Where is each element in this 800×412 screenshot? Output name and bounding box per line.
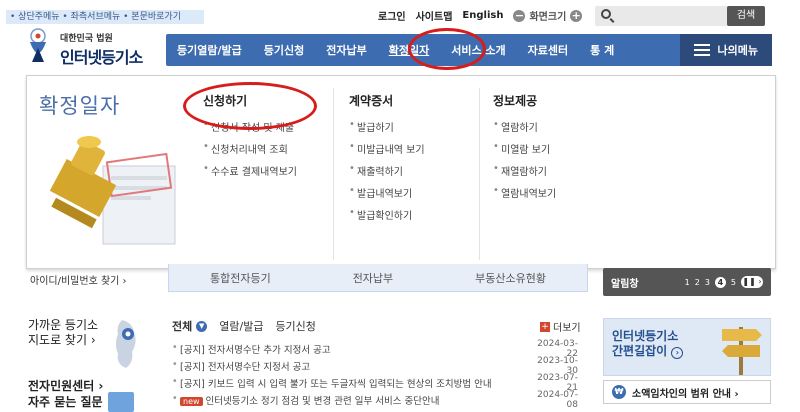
tab-issue[interactable]: 열람/발급 [219,318,263,334]
column-divider [333,88,334,260]
easy-guide-banner[interactable]: 인터넷등기소 간편길잡이 › [603,318,771,376]
alarm-page-current[interactable]: 4 [714,276,726,288]
smallbiz-label: 소액임차인의 범위 안내 › [632,388,739,400]
stamp-illustration [49,136,176,245]
logo-title: 인터넷등기소 [60,48,143,67]
nav-registration[interactable]: 등기신청 [253,42,315,58]
sitemap-link[interactable]: 사이트맵 [416,8,453,23]
col-heading-contract[interactable]: 계약증서 [349,92,499,109]
guide-text: 인터넷등기소 간편길잡이 › [612,329,684,359]
list-item[interactable]: [공지] 전자서명수단 지정서 공고 2023-10-30 [172,356,578,376]
skip-links[interactable]: • 상단주메뉴 • 좌측서브메뉴 • 본문바로가기 [6,10,204,24]
plus-icon: + [540,321,550,332]
quick-property-status[interactable]: 부동산소유현황 [475,270,546,286]
nav-statistics[interactable]: 통 계 [579,42,625,58]
notice-title: [공지] 전자서명수단 추가 지정서 공고 [172,342,530,356]
menu-item-process-history[interactable]: 신청처리내역 조회 [203,141,353,156]
english-link[interactable]: English [462,10,503,21]
search-icon [601,9,611,19]
alarm-page-2[interactable]: 2 [695,278,700,287]
menu-item-unissued[interactable]: 미발급내역 보기 [349,141,499,156]
list-item[interactable]: [공지] 전자서명수단 추가 지정서 공고 2024-03-22 [172,339,578,359]
menu-item-review[interactable]: 재열람하기 [493,163,643,178]
col-heading-info[interactable]: 정보제공 [493,92,643,109]
alarm-page-1[interactable]: 1 [685,278,690,287]
search-box[interactable]: 검색 [595,6,765,26]
highlight-ring-apply [183,82,317,130]
menu-item-unviewed[interactable]: 미열람 보기 [493,141,643,156]
faq-icon [108,392,134,412]
signpost-icon [722,327,762,375]
korea-map-icon [116,320,136,368]
civil-line1: 전자민원센터 › [28,379,104,393]
alarm-pagination: 1 2 3 4 5 ❚❚ › [685,276,763,288]
menu-item-fee-history[interactable]: 수수료 결제내역보기 [203,163,353,178]
notice-title: [공지] 전자서명수단 지정서 공고 [172,359,530,373]
dropdown-col-info: 정보제공 열람하기 미열람 보기 재열람하기 열람내역보기 [493,92,643,207]
alarm-page-5[interactable]: 5 [731,278,736,287]
notice-title: [공지] 키보드 입력 시 입력 불가 또는 두글자씩 입력되는 현상의 조치방… [172,376,530,390]
site-logo[interactable]: 대한민국 법원 인터넷등기소 [24,28,154,67]
arrow-right-icon: › [671,347,684,359]
zoom-in-icon[interactable]: + [570,9,583,22]
zoom-control: − 화면크기 + [513,8,583,23]
quick-service-bar: 통합전자등기 전자납부 부동산소유현황 [168,264,588,292]
menu-item-issue-verify[interactable]: 발급확인하기 [349,207,499,222]
nav-e-payment[interactable]: 전자납부 [315,42,377,58]
menu-item-issue[interactable]: 발급하기 [349,119,499,134]
quick-e-payment[interactable]: 전자납부 [353,270,393,286]
more-link[interactable]: + 더보기 [540,319,581,334]
zoom-out-icon[interactable]: − [513,9,526,22]
chevron-down-icon: ▼ [196,320,208,332]
more-label: 더보기 [553,323,581,334]
dropdown-panel: 확정일자 신청하기 신청서 작성 및 제출 신청처리내역 조회 수수료 결제내역… [26,75,776,269]
pause-play-icon[interactable]: ❚❚ › [741,276,763,288]
alarm-label: 알림창 [611,278,639,290]
tab-registration[interactable]: 등기신청 [275,318,315,334]
alarm-page-3[interactable]: 3 [705,278,710,287]
small-tenant-guide-link[interactable]: ₩ 소액임차인의 범위 안내 › [603,380,771,404]
notice-title: new인터넷등기소 정기 점검 및 변경 관련 일부 서비스 중단안내 [172,393,530,407]
logo-subtitle: 대한민국 법원 [60,34,113,44]
info-icon: ₩ [612,385,626,399]
nearby-line2: 지도로 찾기 › [28,333,96,347]
search-button[interactable]: 검색 [727,6,765,26]
notice-date: 2024-07-08 [537,389,578,410]
my-menu-label: 나의메뉴 [717,44,758,57]
highlight-ring-nav [408,28,486,70]
quick-e-registration[interactable]: 통합전자등기 [210,270,271,286]
dropdown-col-contract: 계약증서 발급하기 미발급내역 보기 재출력하기 발급내역보기 발급확인하기 [349,92,499,229]
civil-center-link[interactable]: 전자민원센터 › 자주 묻는 질문 [28,378,103,410]
notice-list: [공지] 전자서명수단 추가 지정서 공고 2024-03-22 [공지] 전자… [172,339,578,410]
court-logo-icon [30,28,46,62]
alarm-bar: 알림창 1 2 3 4 5 ❚❚ › [603,268,771,296]
tab-all[interactable]: 전체 ▼ [172,318,208,334]
menu-item-view-history[interactable]: 열람내역보기 [493,185,643,200]
menu-item-view[interactable]: 열람하기 [493,119,643,134]
civil-line2: 자주 묻는 질문 [28,395,103,409]
tab-all-label: 전체 [172,320,193,333]
nearby-line1: 가까운 등기소 [28,318,99,332]
login-link[interactable]: 로그인 [378,8,406,23]
column-divider [479,88,480,260]
hamburger-icon [693,44,710,56]
notice-title-text: 인터넷등기소 정기 점검 및 변경 관련 일부 서비스 중단안내 [205,395,440,407]
dropdown-title: 확정일자 [39,94,121,118]
my-menu-button[interactable]: 나의메뉴 [679,34,772,66]
utility-bar: 로그인 사이트맵 English − 화면크기 + [378,8,583,23]
zoom-label: 화면크기 [529,12,567,23]
list-item[interactable]: [공지] 키보드 입력 시 입력 불가 또는 두글자씩 입력되는 현상의 조치방… [172,373,578,393]
notice-tabs: 전체 ▼ 열람/발급 등기신청 [172,318,316,334]
list-item[interactable]: new인터넷등기소 정기 점검 및 변경 관련 일부 서비스 중단안내 2024… [172,389,578,410]
nav-issue[interactable]: 등기열람/발급 [166,42,253,58]
guide-line1: 인터넷등기소 [612,329,679,343]
id-password-find-link[interactable]: 아이디/비밀번호 찾기 › [30,272,127,287]
menu-item-issue-history[interactable]: 발급내역보기 [349,185,499,200]
guide-line2: 간편길잡이 [612,344,668,358]
new-badge: new [180,396,203,406]
menu-item-reprint[interactable]: 재출력하기 [349,163,499,178]
nav-data-center[interactable]: 자료센터 [517,42,579,58]
nearby-office-link[interactable]: 가까운 등기소 지도로 찾기 › [28,318,98,348]
